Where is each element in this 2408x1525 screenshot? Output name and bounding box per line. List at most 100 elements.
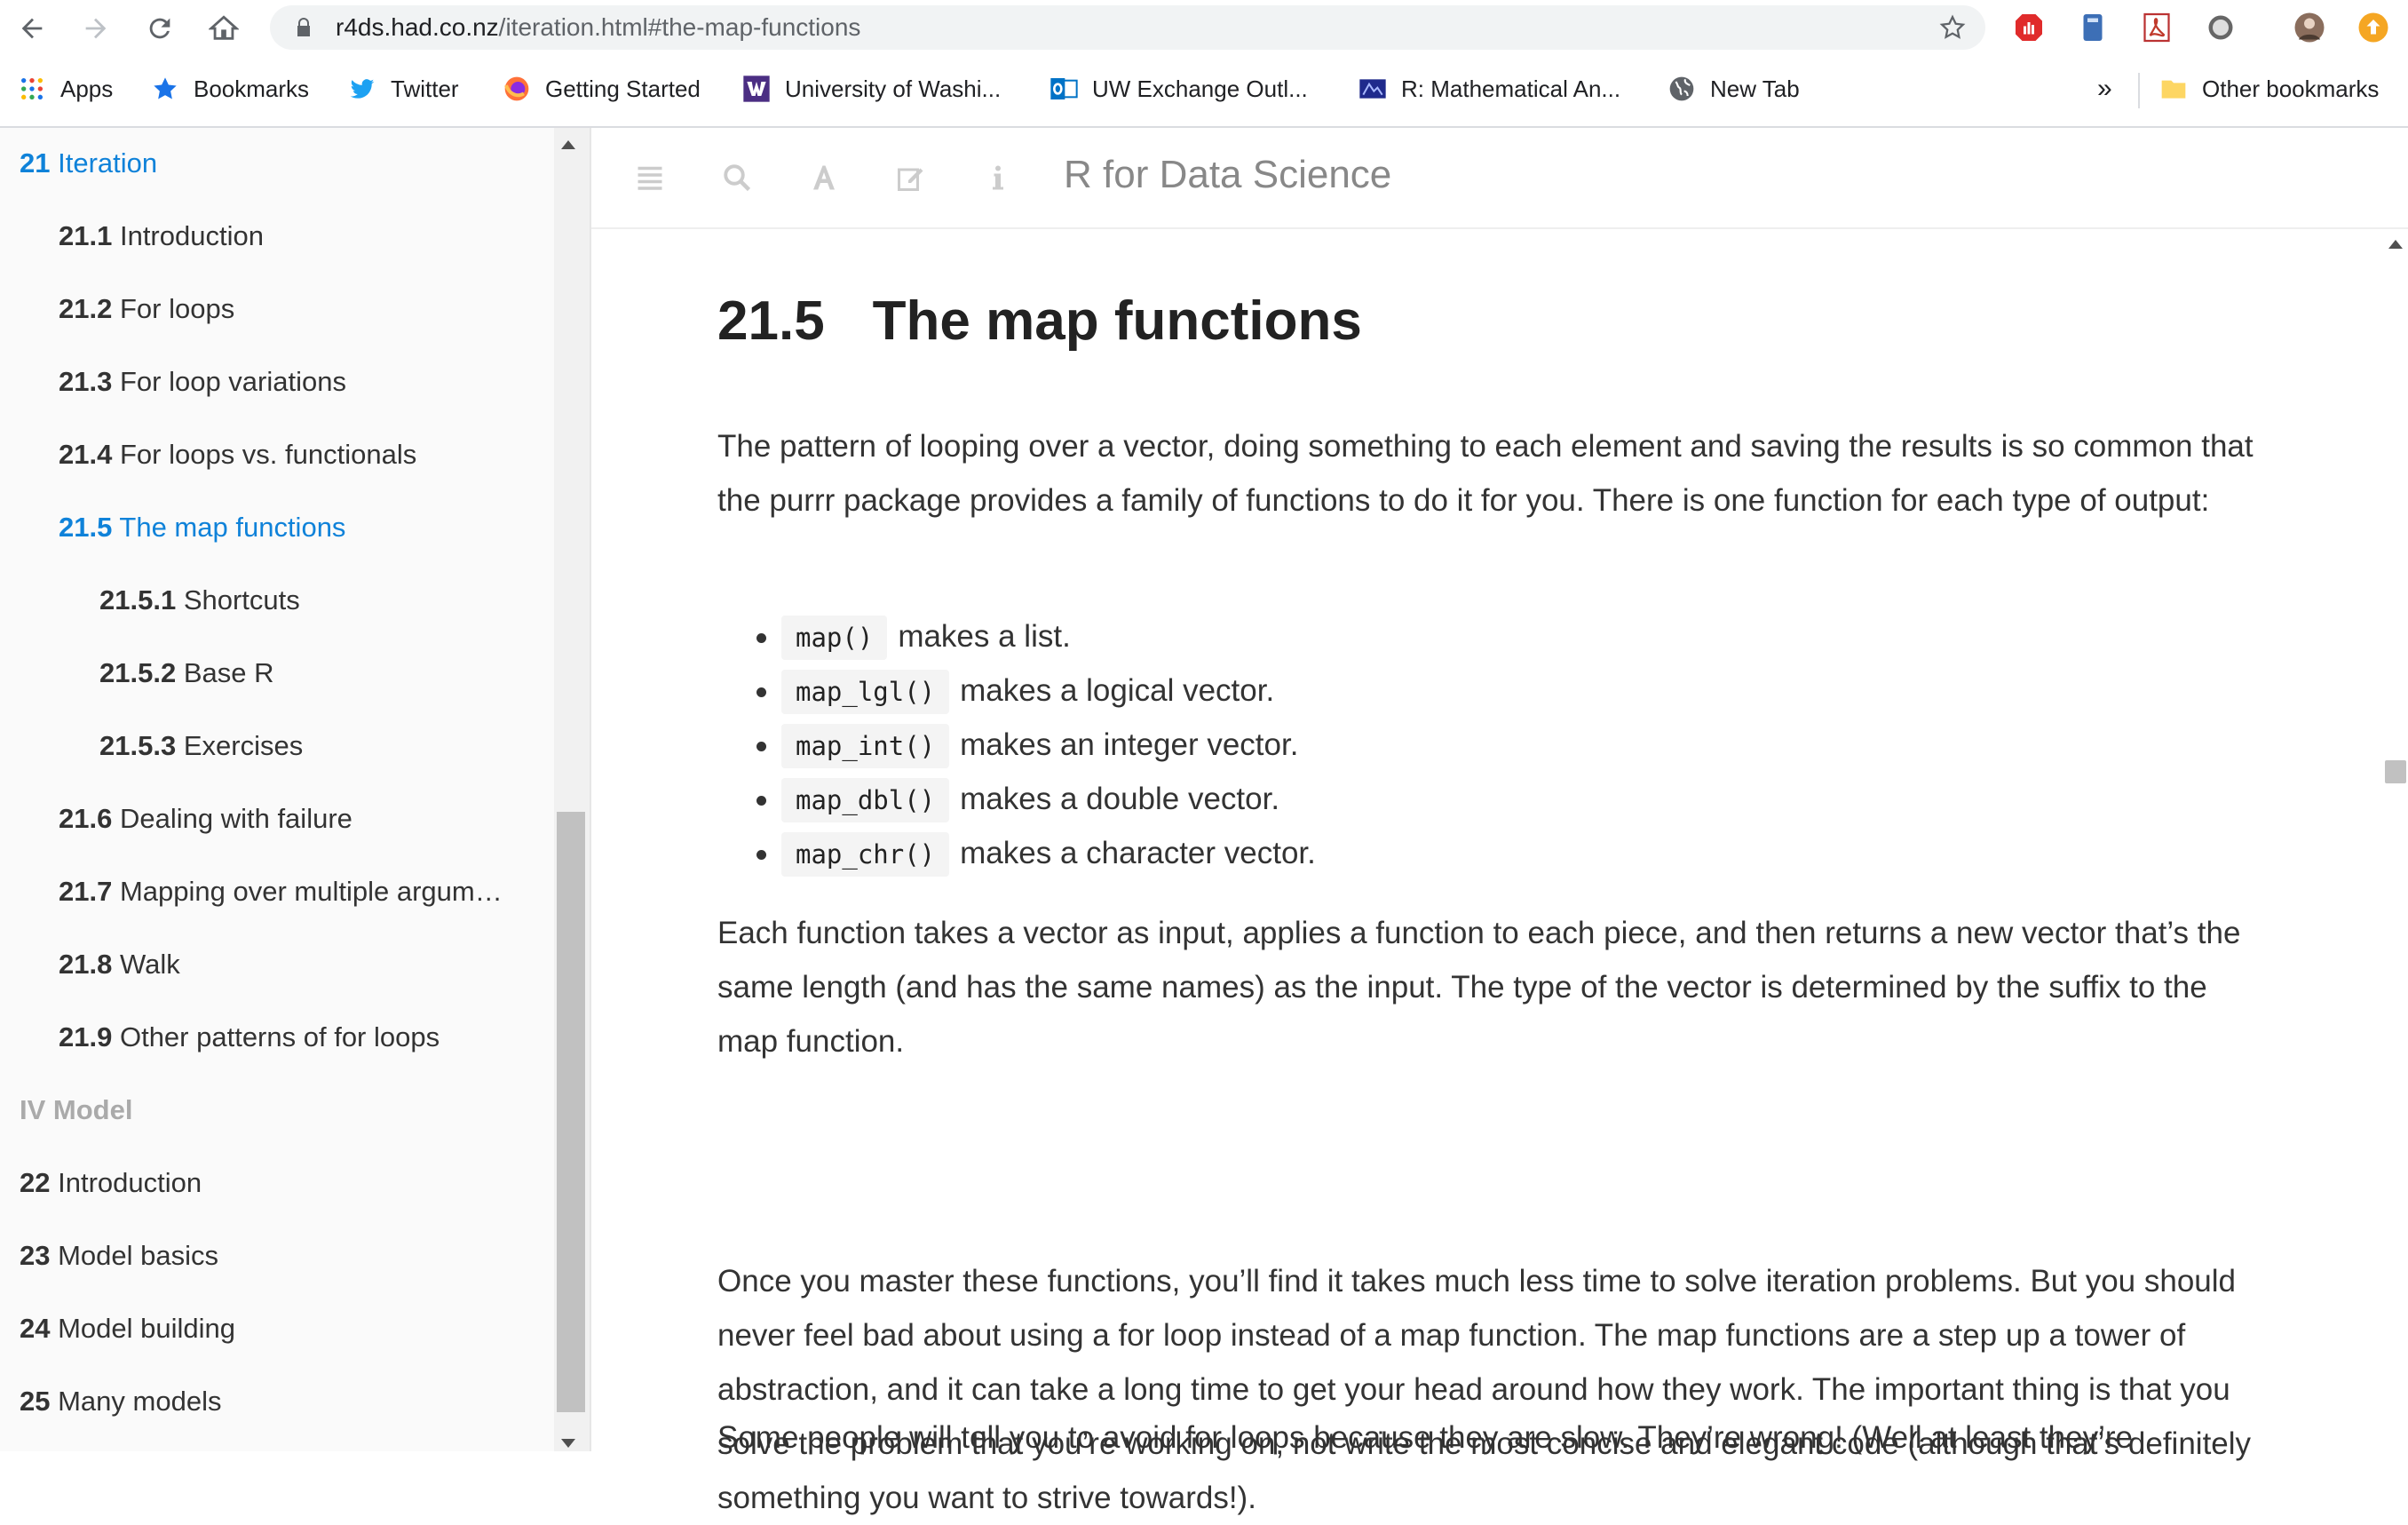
sidebar-scroll-up-arrow[interactable] xyxy=(561,140,575,149)
font-settings-button[interactable] xyxy=(804,158,844,197)
main-scroll-up-arrow[interactable] xyxy=(2388,240,2403,249)
bookmark-bookmarks[interactable]: Bookmarks xyxy=(151,71,309,107)
bookmark-r-mathematical[interactable]: R: Mathematical An... xyxy=(1358,71,1620,107)
sidebar-item[interactable]: 21.2 For loops xyxy=(59,293,234,325)
bookmarks-overflow-button[interactable]: » xyxy=(2097,71,2112,107)
sidebar-item[interactable]: 21.5.1 Shortcuts xyxy=(99,584,300,616)
forward-button[interactable] xyxy=(78,11,114,46)
sidebar-item[interactable]: 21.5 The map functions xyxy=(59,512,345,544)
main-scrollbar[interactable] xyxy=(2380,229,2408,1451)
profile-avatar[interactable] xyxy=(2293,11,2326,44)
info-button[interactable] xyxy=(978,158,1018,197)
book-title[interactable]: R for Data Science xyxy=(1064,153,1391,197)
apps-grid-icon xyxy=(18,75,46,103)
other-bookmarks-folder[interactable]: Other bookmarks xyxy=(2159,71,2379,107)
bookmark-outlook[interactable]: UW Exchange Outl... xyxy=(1050,71,1308,107)
search-button[interactable] xyxy=(717,158,756,197)
url-text[interactable]: r4ds.had.co.nz/iteration.html#the-map-fu… xyxy=(336,5,860,50)
inline-code: map() xyxy=(781,616,888,660)
sidebar-item[interactable]: 21.4 For loops vs. functionals xyxy=(59,439,416,471)
sidebar-item[interactable]: 21.8 Walk xyxy=(59,949,180,981)
folder-icon xyxy=(2159,75,2188,103)
sidebar-item[interactable]: 21.7 Mapping over multiple argum… xyxy=(59,876,503,908)
bookmark-apps[interactable]: Apps xyxy=(18,71,113,107)
map-functions-list: map() makes a list. map_lgl() makes a logic… xyxy=(717,609,1316,880)
sidebar-item[interactable]: 21.9 Other patterns of for loops xyxy=(59,1021,440,1053)
forward-arrow-icon xyxy=(85,18,107,39)
sidebar-item[interactable]: 21 Iteration xyxy=(20,147,157,179)
sidebar-item-number: 21.6 xyxy=(59,803,113,834)
inline-code: map_int() xyxy=(781,724,950,768)
bookmark-university[interactable]: University of Washi... xyxy=(742,71,1001,107)
list-item-text: makes a double vector. xyxy=(960,782,1280,816)
bookmark-getting-started[interactable]: Getting Started xyxy=(503,71,701,107)
sidebar-item-label: Many models xyxy=(58,1386,222,1417)
sidebar-item-label: Other patterns of for loops xyxy=(119,1021,440,1052)
sidebar-item-label: For loop variations xyxy=(119,366,346,397)
r-doc-icon xyxy=(1358,75,1387,103)
reload-button[interactable] xyxy=(142,11,178,46)
sidebar-item[interactable]: 21.5.2 Base R xyxy=(99,657,274,689)
home-button[interactable] xyxy=(206,11,242,46)
main-scroll-thumb[interactable] xyxy=(2385,760,2406,783)
bookmark-twitter[interactable]: Twitter xyxy=(348,71,459,107)
globe-icon xyxy=(1667,75,1696,103)
avatar-icon xyxy=(2294,12,2325,43)
book-extension-button[interactable] xyxy=(2076,11,2110,44)
sidebar-item[interactable]: 21.5.3 Exercises xyxy=(99,730,303,762)
edit-icon xyxy=(898,168,923,191)
sidebar-item-number: 21.1 xyxy=(59,220,113,251)
bookmark-label: Apps xyxy=(60,75,114,102)
adblock-extension-button[interactable] xyxy=(2012,11,2046,44)
sidebar-item[interactable]: 25 Many models xyxy=(20,1386,221,1418)
bullet-icon xyxy=(756,742,766,751)
home-icon xyxy=(209,15,239,40)
bullet-icon xyxy=(756,633,766,643)
sidebar-item[interactable]: 23 Model basics xyxy=(20,1240,218,1272)
sidebar-item[interactable]: 24 Model building xyxy=(20,1313,235,1345)
section-number: 21.5 xyxy=(717,290,825,352)
sidebar-item[interactable]: 21.6 Dealing with failure xyxy=(59,803,352,835)
sidebar-item[interactable]: 21.3 For loop variations xyxy=(59,366,346,398)
sidebar-item[interactable]: 21.1 Introduction xyxy=(59,220,264,252)
bookmark-label: University of Washi... xyxy=(785,75,1002,102)
url-host: r4ds.had.co.nz xyxy=(336,13,499,41)
sidebar-scroll-thumb[interactable] xyxy=(557,812,585,1412)
sidebar-item-number: 21.9 xyxy=(59,1021,113,1052)
uw-icon xyxy=(742,75,771,103)
toggle-sidebar-button[interactable] xyxy=(630,158,669,197)
sidebar-item-label: Model building xyxy=(58,1313,236,1344)
info-icon xyxy=(993,165,1003,190)
book-header: R for Data Science xyxy=(591,128,2408,229)
update-button[interactable] xyxy=(2357,11,2390,44)
sidebar-item-label: Introduction xyxy=(58,1167,202,1198)
sidebar-item-label: Dealing with failure xyxy=(119,803,352,834)
lock-icon xyxy=(297,18,310,36)
twitter-icon xyxy=(348,75,376,103)
circle-extension-button[interactable] xyxy=(2204,11,2238,44)
paragraph-intro: The pattern of looping over a vector, do… xyxy=(717,429,2254,518)
edit-button[interactable] xyxy=(891,158,931,197)
list-item-text: makes a logical vector. xyxy=(960,673,1275,708)
paragraph-mastery: Once you master these functions, you’ll … xyxy=(717,1264,2252,1515)
bookmark-label: Bookmarks xyxy=(194,75,310,102)
bookmark-new-tab[interactable]: New Tab xyxy=(1667,71,1800,107)
sidebar-item-number: 21.5.3 xyxy=(99,730,177,761)
star-icon xyxy=(151,75,179,103)
sidebar-item-label: For loops vs. functionals xyxy=(119,439,417,470)
sidebar-item[interactable]: IV Model xyxy=(20,1094,132,1126)
bookmark-star-icon[interactable] xyxy=(1939,14,1966,41)
sidebar-item-number: 21.4 xyxy=(59,439,113,470)
reload-icon xyxy=(149,18,170,39)
back-button[interactable] xyxy=(14,11,50,46)
toc-sidebar: 21 Iteration 21.1 Introduction 21.2 For lo… xyxy=(0,128,591,1451)
pdf-icon xyxy=(2143,12,2170,43)
browser-toolbar: r4ds.had.co.nz/iteration.html#the-map-fu… xyxy=(0,0,2408,55)
sidebar-scroll-down-arrow[interactable] xyxy=(561,1439,575,1448)
address-bar[interactable]: r4ds.had.co.nz/iteration.html#the-map-fu… xyxy=(270,5,1985,50)
sidebar-item[interactable]: 22 Introduction xyxy=(20,1167,202,1199)
section-heading: 21.5 The map functions xyxy=(717,290,1362,353)
bullet-icon xyxy=(756,850,766,860)
back-arrow-icon xyxy=(21,18,43,39)
pdf-extension-button[interactable] xyxy=(2140,11,2174,44)
